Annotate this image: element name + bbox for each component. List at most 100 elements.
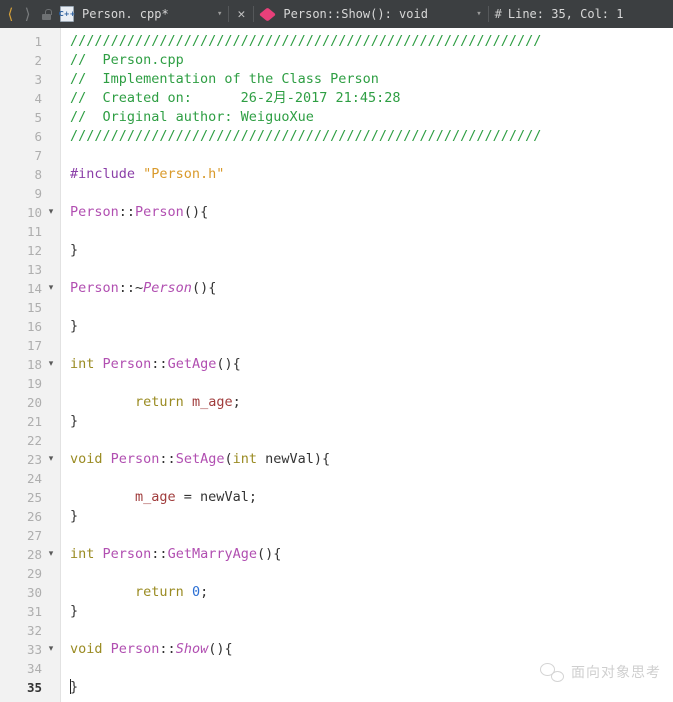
- code-line[interactable]: 32: [0, 621, 673, 640]
- code-text[interactable]: // Person.cpp: [60, 51, 184, 70]
- symbol-name-label[interactable]: Person::Show(): void: [279, 7, 434, 21]
- fold-chevron-icon[interactable]: ▾: [42, 355, 60, 374]
- code-text[interactable]: return 0;: [60, 583, 208, 602]
- code-token: GetAge: [167, 356, 217, 372]
- navigate-back-icon[interactable]: ⟨: [2, 0, 19, 28]
- code-token: ::: [151, 356, 168, 372]
- fold-chevron-icon[interactable]: ▾: [42, 450, 60, 469]
- code-line[interactable]: 6 ///////////////////////////////////////…: [0, 127, 673, 146]
- code-text[interactable]: void Person::Show(){: [60, 640, 233, 659]
- code-line[interactable]: 4 // Created on: 26-2月-2017 21:45:28: [0, 89, 673, 108]
- code-line[interactable]: 15: [0, 298, 673, 317]
- code-line[interactable]: 25 m_age = newVal;: [0, 488, 673, 507]
- close-file-button[interactable]: ✕: [231, 7, 251, 22]
- code-editor[interactable]: 1 ///////////////////////////////////////…: [0, 28, 673, 702]
- code-line[interactable]: 9: [0, 184, 673, 203]
- line-number: 29: [26, 566, 42, 581]
- code-text[interactable]: }: [60, 602, 78, 621]
- code-line[interactable]: 31}: [0, 602, 673, 621]
- lock-icon[interactable]: [36, 0, 56, 28]
- code-text[interactable]: return m_age;: [60, 393, 241, 412]
- code-token: m_age: [135, 489, 176, 505]
- code-line[interactable]: 23 ▾ void Person::SetAge(int newVal){: [0, 450, 673, 469]
- navigate-forward-icon[interactable]: ⟩: [19, 0, 36, 28]
- code-line[interactable]: 12}: [0, 241, 673, 260]
- code-line[interactable]: 19: [0, 374, 673, 393]
- line-number: 30: [26, 585, 42, 600]
- code-text[interactable]: ////////////////////////////////////////…: [60, 32, 541, 51]
- code-line[interactable]: 17: [0, 336, 673, 355]
- code-lines-container[interactable]: 1 ///////////////////////////////////////…: [0, 28, 673, 697]
- code-line[interactable]: 33 ▾ void Person::Show(){: [0, 640, 673, 659]
- lock-body: [41, 13, 51, 20]
- code-line[interactable]: 3 // Implementation of the Class Person: [0, 70, 673, 89]
- line-number: 31: [26, 604, 42, 619]
- code-token: }: [70, 413, 79, 429]
- code-text[interactable]: int Person::GetMarryAge(){: [60, 545, 281, 564]
- code-text[interactable]: Person::Person(){: [60, 203, 208, 222]
- code-text[interactable]: ////////////////////////////////////////…: [60, 127, 541, 146]
- code-line[interactable]: 1 ///////////////////////////////////////…: [0, 32, 673, 51]
- fold-chevron-icon[interactable]: ▾: [42, 640, 60, 659]
- code-line[interactable]: 7: [0, 146, 673, 165]
- code-text[interactable]: }: [60, 317, 78, 336]
- code-token: ;: [200, 584, 209, 600]
- code-line[interactable]: 24: [0, 469, 673, 488]
- code-token: 0: [191, 584, 201, 600]
- code-line[interactable]: 2 // Person.cpp: [0, 51, 673, 70]
- line-number: 27: [26, 528, 42, 543]
- line-number: 35: [26, 680, 42, 695]
- code-text[interactable]: void Person::SetAge(int newVal){: [60, 450, 330, 469]
- code-token: }: [70, 679, 79, 695]
- editor-toolbar: ⟨ ⟩ C++ Person. cpp* ▾ ✕ Person::Show():…: [0, 0, 673, 28]
- line-number: 26: [26, 509, 42, 524]
- code-line[interactable]: 30 return 0;: [0, 583, 673, 602]
- code-line[interactable]: 5 // Original author: WeiguoXue: [0, 108, 673, 127]
- code-token: // Original author: WeiguoXue: [70, 109, 314, 125]
- watermark: 面向对象思考: [540, 660, 661, 684]
- code-line[interactable]: 26}: [0, 507, 673, 526]
- code-text[interactable]: #include "Person.h": [60, 165, 224, 184]
- code-line[interactable]: 13: [0, 260, 673, 279]
- code-line[interactable]: 27: [0, 526, 673, 545]
- code-text[interactable]: Person::~Person(){: [60, 279, 216, 298]
- code-token: }: [70, 318, 79, 334]
- code-line[interactable]: 20 return m_age;: [0, 393, 673, 412]
- symbol-dropdown-chevron-icon[interactable]: ▾: [472, 9, 485, 19]
- code-text[interactable]: }: [60, 507, 78, 526]
- code-line[interactable]: 21}: [0, 412, 673, 431]
- code-line[interactable]: 22: [0, 431, 673, 450]
- file-name-label[interactable]: Person. cpp*: [78, 7, 175, 21]
- code-token: (){: [208, 641, 233, 657]
- code-text[interactable]: }: [60, 241, 78, 260]
- code-line[interactable]: 11: [0, 222, 673, 241]
- line-col-indicator[interactable]: Line: 35, Col: 1: [508, 7, 624, 21]
- code-token: }: [70, 242, 79, 258]
- fold-chevron-icon[interactable]: ▾: [42, 545, 60, 564]
- code-line[interactable]: 18 ▾ int Person::GetAge(){: [0, 355, 673, 374]
- code-text[interactable]: m_age = newVal;: [60, 488, 257, 507]
- fold-chevron-icon[interactable]: ▾: [42, 203, 60, 222]
- code-line[interactable]: 10 ▾ Person::Person(){: [0, 203, 673, 222]
- code-line[interactable]: 28 ▾ int Person::GetMarryAge(){: [0, 545, 673, 564]
- toolbar-divider-1: [228, 6, 230, 22]
- code-line[interactable]: 29: [0, 564, 673, 583]
- line-number: 18: [26, 357, 42, 372]
- code-text[interactable]: }: [60, 412, 78, 431]
- line-number: 13: [26, 262, 42, 277]
- fold-chevron-icon[interactable]: ▾: [42, 279, 60, 298]
- line-number: 4: [34, 91, 42, 106]
- code-text[interactable]: // Original author: WeiguoXue: [60, 108, 314, 127]
- code-line[interactable]: 16}: [0, 317, 673, 336]
- code-token: (){: [183, 204, 209, 220]
- code-line[interactable]: 14 ▾ Person::~Person(){: [0, 279, 673, 298]
- code-text[interactable]: // Implementation of the Class Person: [60, 70, 379, 89]
- code-text[interactable]: // Created on: 26-2月-2017 21:45:28: [60, 89, 400, 108]
- line-number: 20: [26, 395, 42, 410]
- file-dropdown-chevron-icon[interactable]: ▾: [213, 9, 226, 19]
- code-text[interactable]: }: [60, 678, 78, 697]
- code-text[interactable]: int Person::GetAge(){: [60, 355, 241, 374]
- code-line[interactable]: 8 #include "Person.h": [0, 165, 673, 184]
- code-token: Person: [110, 641, 160, 657]
- line-number-hash-icon: #: [494, 7, 502, 21]
